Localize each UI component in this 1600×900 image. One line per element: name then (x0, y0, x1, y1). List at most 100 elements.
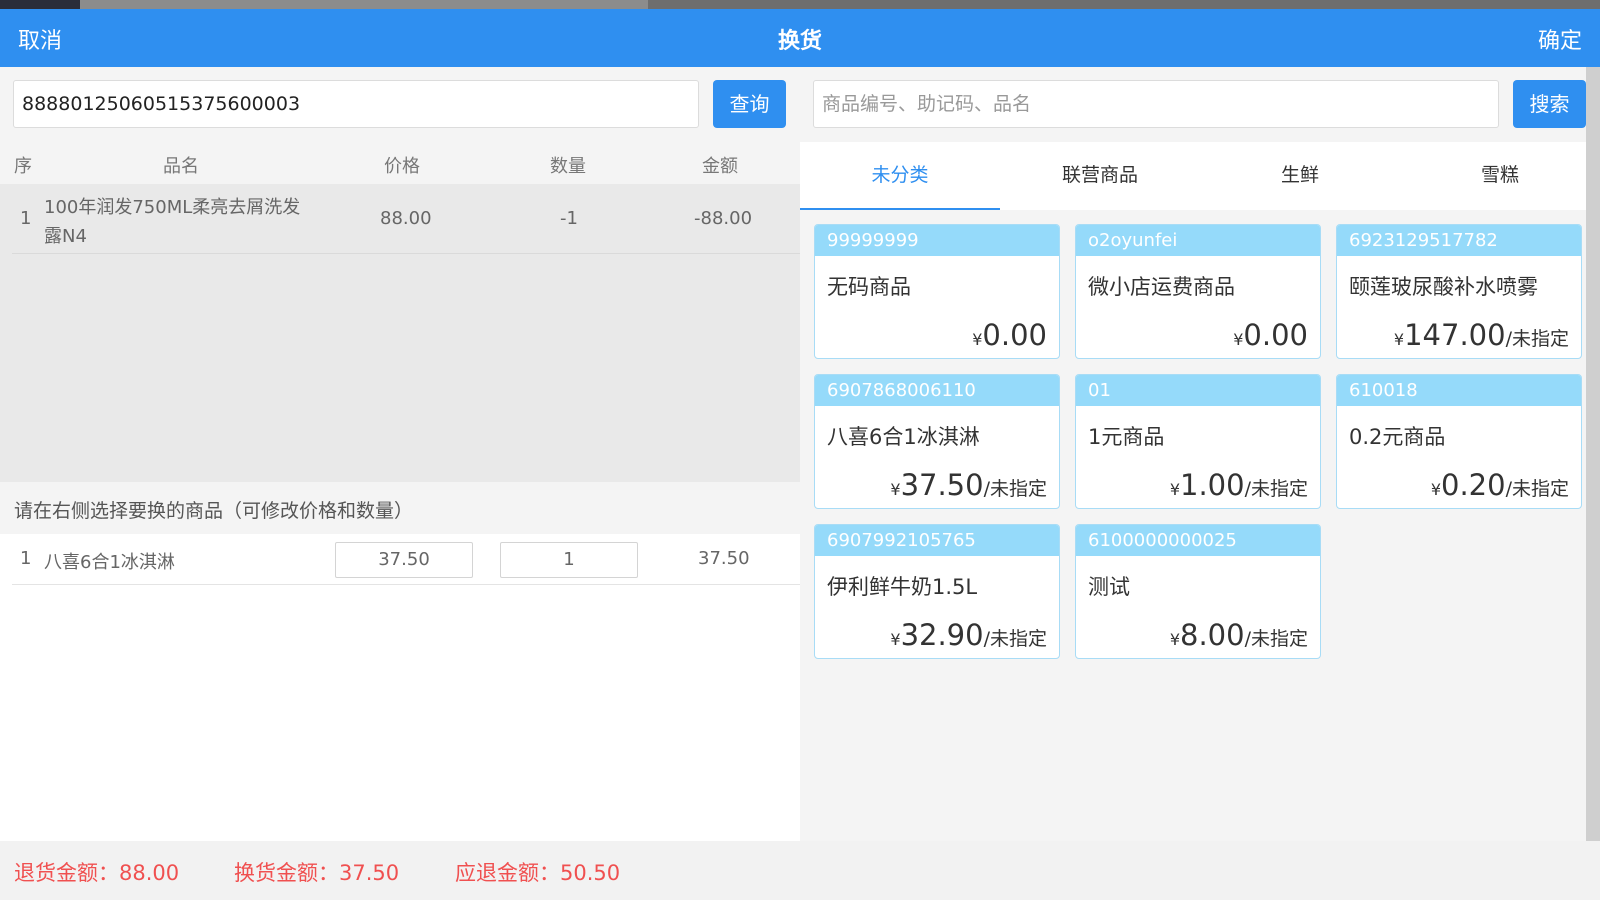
exchange-amount: 换货金额：37.50 (234, 861, 400, 885)
currency-symbol: ¥ (890, 480, 901, 499)
product-name: 颐莲玻尿酸补水喷雾 (1349, 275, 1538, 299)
product-grid: 99999999 无码商品 ¥0.00 o2oyunfei 微小店运费商品 ¥0… (800, 210, 1586, 841)
currency-symbol: ¥ (890, 630, 901, 649)
product-price: ¥0.20/未指定 (1431, 468, 1569, 502)
status-strip-left (0, 0, 80, 9)
col-price: 价格 (384, 156, 420, 177)
row-price: 88.00 (380, 208, 432, 229)
row-qty: -1 (560, 208, 578, 229)
page-title: 换货 (777, 29, 822, 54)
exchange-hint: 请在右侧选择要换的商品（可修改价格和数量） (0, 482, 800, 534)
category-tabs: 未分类 联营商品 生鲜 雪糕 (800, 142, 1586, 210)
product-name: 无码商品 (827, 275, 911, 299)
row-name: 八喜6合1冰淇淋 (44, 552, 175, 573)
product-card[interactable]: o2oyunfei 微小店运费商品 ¥0.00 (1075, 224, 1321, 359)
quantity-input[interactable]: 1 (500, 542, 638, 578)
product-price: ¥0.00 (972, 318, 1047, 352)
price-value: 1.00 (1180, 468, 1245, 502)
product-price: ¥8.00/未指定 (1170, 618, 1308, 652)
return-items-list: 1 100年润发750ML柔亮去屑洗发 露N4 88.00 -1 -88.00 (0, 184, 800, 482)
price-value: 0.00 (982, 318, 1047, 352)
col-amount: 金额 (702, 156, 738, 177)
price-unit: /未指定 (1505, 478, 1569, 500)
price-unit: /未指定 (983, 478, 1047, 500)
product-price: ¥1.00/未指定 (1170, 468, 1308, 502)
currency-symbol: ¥ (1169, 630, 1181, 649)
product-name: 微小店运费商品 (1088, 275, 1235, 299)
refund-amount: 应退金额：50.50 (455, 861, 621, 885)
right-edge-strip (1586, 67, 1600, 857)
product-search-input[interactable]: 商品编号、助记码、品名 (813, 80, 1499, 128)
tab-ice-cream[interactable]: 雪糕 (1400, 142, 1600, 210)
row-amount: 37.50 (698, 548, 750, 569)
price-value: 32.90 (900, 618, 984, 652)
right-panel: 商品编号、助记码、品名 搜索 未分类 联营商品 生鲜 雪糕 99999999 无… (800, 67, 1586, 841)
confirm-button[interactable]: 确定 (1538, 23, 1582, 55)
product-code: 610018 (1337, 375, 1581, 406)
title-bar: 取消 换货 确定 (0, 9, 1600, 67)
product-price: ¥147.00/未指定 (1394, 318, 1569, 352)
col-qty: 数量 (550, 156, 586, 177)
query-button[interactable]: 查询 (713, 80, 786, 128)
exchange-items-list: 1 八喜6合1冰淇淋 37.50 1 37.50 (0, 534, 800, 841)
row-seq: 1 (20, 548, 32, 569)
product-card[interactable]: 99999999 无码商品 ¥0.00 (814, 224, 1060, 359)
status-strip (0, 0, 1600, 9)
left-panel: 88880125060515375600003 查询 序 品名 价格 数量 金额… (0, 67, 800, 841)
table-row[interactable]: 1 100年润发750ML柔亮去屑洗发 露N4 88.00 -1 -88.00 (12, 184, 800, 254)
product-code: 6907992105765 (815, 525, 1059, 556)
tab-fresh[interactable]: 生鲜 (1200, 142, 1400, 210)
row-seq: 1 (20, 208, 32, 229)
price-value: 37.50 (900, 468, 984, 502)
search-button[interactable]: 搜索 (1513, 80, 1586, 128)
price-unit: /未指定 (1244, 478, 1308, 500)
product-code: 6907868006110 (815, 375, 1059, 406)
product-name: 测试 (1088, 575, 1130, 599)
product-code: 6923129517782 (1337, 225, 1581, 256)
product-price: ¥37.50/未指定 (890, 468, 1047, 502)
product-card[interactable]: 610018 0.2元商品 ¥0.20/未指定 (1336, 374, 1582, 509)
price-unit: /未指定 (1505, 328, 1569, 350)
product-code: o2oyunfei (1076, 225, 1320, 256)
product-name: 1元商品 (1088, 425, 1165, 449)
table-row[interactable]: 1 八喜6合1冰淇淋 37.50 1 37.50 (12, 534, 800, 585)
row-name: 100年润发750ML柔亮去屑洗发 (44, 197, 301, 218)
currency-symbol: ¥ (1169, 480, 1181, 499)
product-card[interactable]: 6100000000025 测试 ¥8.00/未指定 (1075, 524, 1321, 659)
device-frame: 取消 换货 确定 88880125060515375600003 查询 序 品名… (0, 0, 1600, 900)
price-value: 0.00 (1243, 318, 1308, 352)
col-name: 品名 (163, 156, 199, 177)
product-name: 八喜6合1冰淇淋 (827, 425, 980, 449)
product-code: 6100000000025 (1076, 525, 1320, 556)
price-input[interactable]: 37.50 (335, 542, 473, 578)
return-table-header: 序 品名 价格 数量 金额 (0, 142, 800, 184)
tab-uncategorized[interactable]: 未分类 (800, 142, 1000, 210)
product-price: ¥32.90/未指定 (890, 618, 1047, 652)
product-name: 伊利鲜牛奶1.5L (827, 575, 978, 599)
row-name-cont: 露N4 (44, 226, 87, 247)
price-unit: /未指定 (1244, 628, 1308, 650)
col-seq: 序 (14, 156, 32, 177)
currency-symbol: ¥ (1393, 330, 1405, 349)
price-value: 8.00 (1180, 618, 1245, 652)
price-value: 0.20 (1441, 468, 1506, 502)
row-amount: -88.00 (694, 208, 753, 229)
summary-footer: 退货金额：88.00 换货金额：37.50 应退金额：50.50 (0, 841, 1600, 900)
exchange-app: 取消 换货 确定 88880125060515375600003 查询 序 品名… (0, 9, 1600, 900)
product-code: 99999999 (815, 225, 1059, 256)
product-card[interactable]: 01 1元商品 ¥1.00/未指定 (1075, 374, 1321, 509)
price-unit: /未指定 (983, 628, 1047, 650)
product-card[interactable]: 6907992105765 伊利鲜牛奶1.5L ¥32.90/未指定 (814, 524, 1060, 659)
order-number-input[interactable]: 88880125060515375600003 (13, 80, 699, 128)
currency-symbol: ¥ (1233, 330, 1244, 349)
tab-joint-goods[interactable]: 联营商品 (1000, 142, 1200, 210)
currency-symbol: ¥ (972, 330, 983, 349)
price-value: 147.00 (1404, 318, 1506, 352)
product-code: 01 (1076, 375, 1320, 406)
product-card[interactable]: 6907868006110 八喜6合1冰淇淋 ¥37.50/未指定 (814, 374, 1060, 509)
status-strip-right (648, 0, 1600, 9)
order-search-bar: 88880125060515375600003 查询 (0, 67, 800, 142)
currency-symbol: ¥ (1430, 480, 1442, 499)
product-card[interactable]: 6923129517782 颐莲玻尿酸补水喷雾 ¥147.00/未指定 (1336, 224, 1582, 359)
product-name: 0.2元商品 (1349, 425, 1446, 449)
